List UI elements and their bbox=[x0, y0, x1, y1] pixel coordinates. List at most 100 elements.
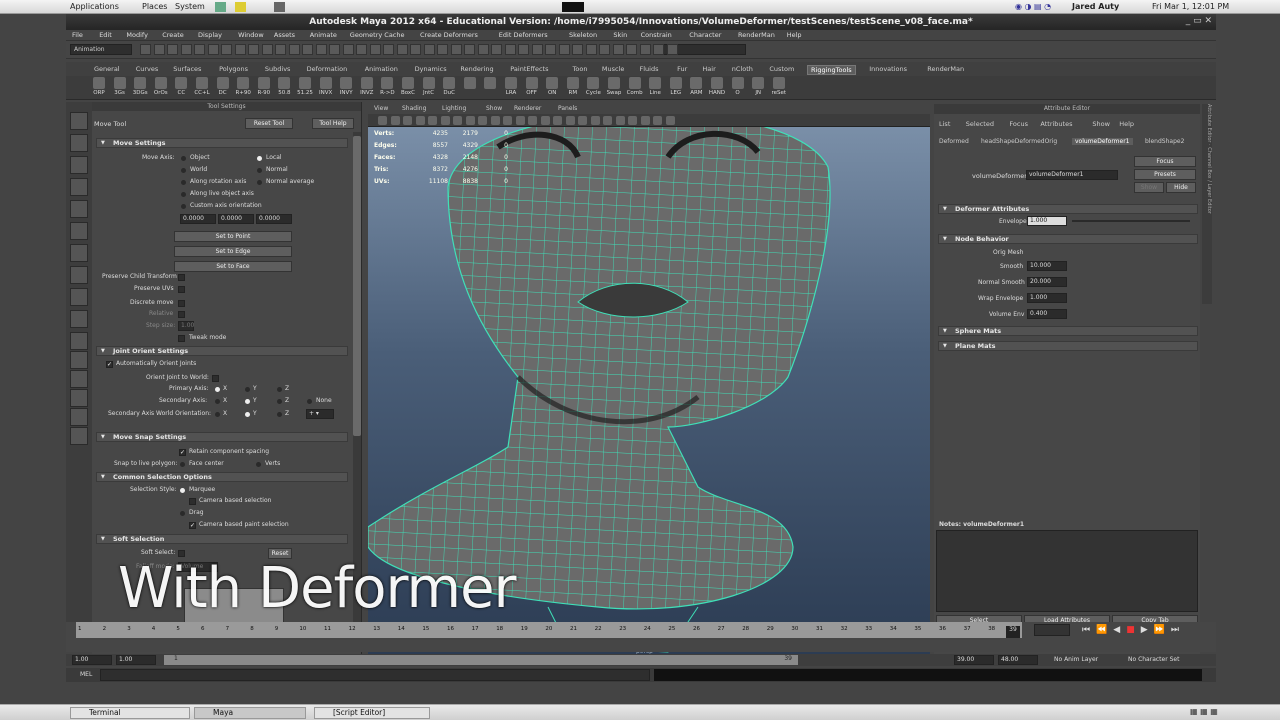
secondary-z-radio[interactable] bbox=[277, 399, 282, 404]
secw-x-radio[interactable] bbox=[215, 412, 220, 417]
workspace-switcher-icon[interactable]: ▦ ▦ ▦ bbox=[1190, 707, 1218, 716]
attr-menu-help[interactable]: Help bbox=[1119, 120, 1134, 128]
system-menu[interactable]: System bbox=[175, 2, 205, 11]
places-menu[interactable]: Places bbox=[142, 2, 167, 11]
status-tool-icon[interactable] bbox=[437, 44, 448, 55]
shelf-button[interactable]: LEG bbox=[667, 77, 685, 96]
rotate-icon[interactable] bbox=[70, 200, 88, 218]
user-name[interactable]: Jared Auty bbox=[1072, 2, 1119, 11]
shelf-button[interactable]: R-90 bbox=[255, 77, 273, 96]
end-time-field[interactable]: 48.00 bbox=[998, 655, 1038, 665]
menu-create[interactable]: Create bbox=[162, 31, 184, 39]
common-selection-header[interactable]: Common Selection Options bbox=[96, 472, 348, 482]
shelf-button[interactable]: DuC bbox=[440, 77, 458, 96]
status-tool-icon[interactable] bbox=[140, 44, 151, 55]
window-controls[interactable]: _ ▭ ✕ bbox=[1186, 16, 1212, 26]
shelf-tab-renderman[interactable]: RenderMan bbox=[927, 65, 964, 73]
status-tool-icon[interactable] bbox=[639, 44, 651, 55]
smooth-field[interactable]: 10.000 bbox=[1027, 261, 1067, 271]
shelf-button[interactable] bbox=[461, 77, 479, 90]
preserve-child-checkbox[interactable] bbox=[178, 274, 185, 281]
show-manip-icon[interactable] bbox=[70, 288, 88, 306]
shelf-button[interactable]: reSet bbox=[770, 77, 788, 96]
layout-outliner-icon[interactable] bbox=[70, 389, 88, 407]
axis-z-field[interactable]: 0.0000 bbox=[256, 214, 292, 224]
move-settings-header[interactable]: Move Settings bbox=[96, 138, 348, 148]
shelf-button[interactable]: Cycle bbox=[584, 77, 602, 96]
shelf-tab-surfaces[interactable]: Surfaces bbox=[173, 65, 201, 73]
status-tool-icon[interactable] bbox=[410, 44, 421, 55]
secondary-y-radio[interactable] bbox=[245, 399, 250, 404]
menu-help[interactable]: Help bbox=[787, 31, 802, 39]
lasso-icon[interactable] bbox=[70, 134, 88, 152]
status-tool-icon[interactable] bbox=[599, 44, 610, 55]
shelf-button[interactable]: 50.8 bbox=[275, 77, 293, 96]
status-tool-icon[interactable] bbox=[423, 44, 435, 55]
viewport-tool-icon[interactable] bbox=[490, 116, 500, 125]
mode-dropdown[interactable]: Animation bbox=[70, 44, 132, 55]
viewport-menu-lighting[interactable]: Lighting bbox=[442, 105, 466, 112]
status-tool-icon[interactable] bbox=[572, 44, 583, 55]
move-icon[interactable] bbox=[70, 178, 88, 196]
face-center-radio[interactable] bbox=[180, 462, 185, 467]
shelf-button[interactable]: INVY bbox=[337, 77, 355, 96]
status-tool-icon[interactable] bbox=[383, 44, 394, 55]
shelf-button[interactable]: ORP bbox=[90, 77, 108, 96]
shelf-tab-polygons[interactable]: Polygons bbox=[219, 65, 248, 73]
menu-character[interactable]: Character bbox=[689, 31, 721, 39]
status-tool-icon[interactable] bbox=[329, 44, 340, 55]
shelf-tab-dynamics[interactable]: Dynamics bbox=[415, 65, 447, 73]
live-object-radio[interactable] bbox=[181, 192, 186, 197]
status-tool-icon[interactable] bbox=[464, 44, 475, 55]
time-slider[interactable]: 1 2 3 4 5 6 7 8 9 10 11 12 13 14 15 16 17 18 19 20 21 22 23 24 2… bbox=[66, 622, 1216, 652]
world-radio[interactable] bbox=[181, 168, 186, 173]
plane-mats-header[interactable]: Plane Mats bbox=[938, 341, 1198, 351]
normal-average-radio[interactable] bbox=[257, 180, 262, 185]
select-icon[interactable] bbox=[70, 112, 88, 130]
status-tool-icon[interactable] bbox=[315, 44, 327, 55]
playback-controls[interactable]: ⏮⏪◀■▶⏩⏭ bbox=[1082, 625, 1185, 635]
deformer-attributes-header[interactable]: Deformer Attributes bbox=[938, 204, 1198, 214]
viewport-tool-icon[interactable] bbox=[578, 116, 587, 125]
shelf-tab-general[interactable]: General bbox=[94, 65, 120, 73]
set-to-edge-button[interactable]: Set to Edge bbox=[174, 246, 292, 257]
notes-textarea[interactable] bbox=[936, 530, 1198, 612]
wrap-envelope-field[interactable]: 1.000 bbox=[1027, 293, 1067, 303]
sec-world-sign-dropdown[interactable]: + ▾ bbox=[306, 409, 334, 419]
taskbar-terminal[interactable]: Terminal bbox=[70, 707, 190, 719]
custom-axis-radio[interactable] bbox=[181, 204, 186, 209]
viewport-tool-icon[interactable] bbox=[653, 116, 662, 125]
menu-edit-deformers[interactable]: Edit Deformers bbox=[499, 31, 548, 39]
taskbar-script-editor[interactable]: [Script Editor] bbox=[314, 707, 430, 719]
status-tool-icon[interactable] bbox=[153, 44, 165, 55]
notes-launcher-icon[interactable] bbox=[235, 2, 246, 12]
shelf-tab-fur[interactable]: Fur bbox=[677, 65, 687, 73]
primary-z-radio[interactable] bbox=[277, 387, 282, 392]
menu-file[interactable]: File bbox=[72, 31, 83, 39]
status-tool-icon[interactable] bbox=[450, 44, 462, 55]
time-ruler[interactable]: 1 2 3 4 5 6 7 8 9 10 11 12 13 14 15 16 17 18 19 20 21 22 23 24 2… bbox=[76, 622, 1022, 638]
shelf-tab-muscle[interactable]: Muscle bbox=[602, 65, 625, 73]
object-radio[interactable] bbox=[181, 156, 186, 161]
primary-y-radio[interactable] bbox=[245, 387, 250, 392]
scale-icon[interactable] bbox=[70, 222, 88, 240]
last-tool-icon[interactable] bbox=[70, 310, 88, 328]
status-tool-icon[interactable] bbox=[288, 44, 300, 55]
status-tool-icon[interactable] bbox=[221, 44, 232, 55]
viewport-menu-shading[interactable]: Shading bbox=[402, 105, 426, 112]
viewport-tool-icon[interactable] bbox=[615, 116, 625, 125]
node-behavior-header[interactable]: Node Behavior bbox=[938, 234, 1198, 244]
menu-animate[interactable]: Animate bbox=[310, 31, 337, 39]
attr-menu-focus[interactable]: Focus bbox=[1009, 120, 1028, 128]
status-tool-icon[interactable] bbox=[653, 44, 664, 55]
menu-skin[interactable]: Skin bbox=[613, 31, 627, 39]
attr-menu-list[interactable]: List bbox=[939, 120, 950, 128]
show-button[interactable]: Show bbox=[1134, 182, 1164, 193]
shelf-button[interactable]: INVX bbox=[317, 77, 335, 96]
status-tool-icon[interactable] bbox=[356, 44, 367, 55]
status-tool-icon[interactable] bbox=[302, 44, 313, 55]
attr-tab-headshapedeformedorig[interactable]: headShapeDeformedOrig bbox=[978, 138, 1060, 145]
shelf-button[interactable]: Comb bbox=[626, 77, 644, 96]
shelf-button[interactable]: INVZ bbox=[358, 77, 376, 96]
viewport-tool-icon[interactable] bbox=[415, 116, 425, 125]
